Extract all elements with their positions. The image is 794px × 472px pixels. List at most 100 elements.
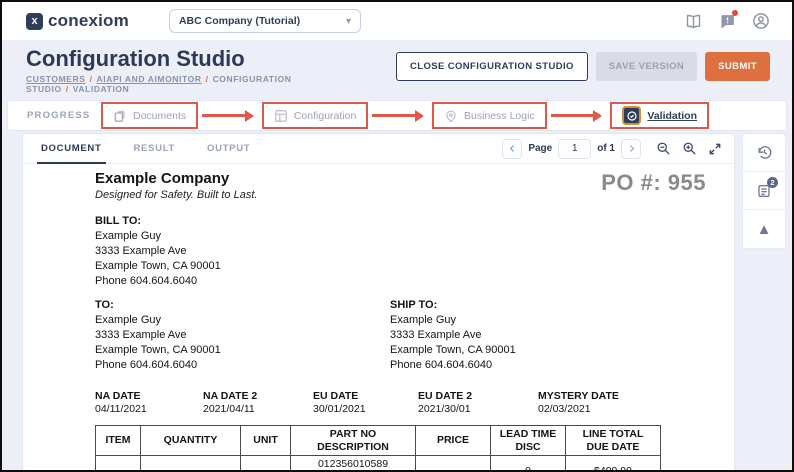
conexiom-logo-icon: x <box>26 13 43 30</box>
table-row: 1 1 EA 012356010589 80 Skis 177cm Black … <box>96 456 661 472</box>
cell-part-no-description: 012356010589 80 Skis 177cm Black color <box>291 456 416 472</box>
publish-triangle-icon: ▲ <box>757 222 772 237</box>
doc-tagline: Designed for Safety. Built to Last. <box>95 189 257 201</box>
company-dropdown-value: ABC Company (Tutorial) <box>179 15 346 27</box>
tab-bar: DOCUMENT RESULT OUTPUT Page of 1 <box>23 134 734 164</box>
validation-icon <box>622 106 641 125</box>
date-value: 02/03/2021 <box>538 403 619 416</box>
page-title: Configuration Studio <box>26 47 396 71</box>
progress-step-label: Validation <box>647 110 697 122</box>
submit-button[interactable]: SUBMIT <box>705 52 770 81</box>
bill-to-address1: 3333 Example Ave <box>95 244 706 259</box>
line-items-table: ITEM QUANTITY UNIT PART NO DESCRIPTION P… <box>95 425 661 472</box>
annotation-arrow <box>551 114 601 117</box>
user-menu-button[interactable] <box>752 12 770 30</box>
notification-dot <box>732 10 738 16</box>
chevron-down-icon: ▾ <box>346 16 351 27</box>
doc-po-number: PO #: 955 <box>601 170 706 196</box>
help-book-button[interactable] <box>684 12 702 30</box>
tab-document[interactable]: DOCUMENT <box>37 134 106 163</box>
date-label: EU DATE <box>313 390 418 403</box>
doc-ship-to-block: SHIP TO: Example Guy 3333 Example Ave Ex… <box>390 298 516 373</box>
configuration-icon <box>274 109 288 123</box>
cell-quantity: 1 <box>141 456 241 472</box>
to-phone: Phone 604.604.6040 <box>95 358 390 373</box>
date-label: NA DATE <box>95 390 203 403</box>
doc-company-name: Example Company <box>95 170 257 187</box>
publish-button[interactable]: ▲ <box>743 210 785 248</box>
to-name: Example Guy <box>95 313 390 328</box>
close-configuration-studio-button[interactable]: CLOSE CONFIGURATION STUDIO <box>396 52 588 81</box>
col-header-unit: UNIT <box>241 426 291 456</box>
ship-to-heading: SHIP TO: <box>390 298 516 313</box>
zoom-in-button[interactable] <box>682 141 697 156</box>
progress-step-label: Business Logic <box>464 110 535 122</box>
zoom-in-icon <box>682 141 697 156</box>
notes-button[interactable]: 2 <box>743 172 785 210</box>
date-value: 30/01/2021 <box>313 403 418 416</box>
business-logic-icon <box>444 109 458 123</box>
col-header-part-no-description: PART NO DESCRIPTION <box>291 426 416 456</box>
col-header-item: ITEM <box>96 426 141 456</box>
to-address1: 3333 Example Ave <box>95 328 390 343</box>
date-label: NA DATE 2 <box>203 390 313 403</box>
feedback-button[interactable] <box>718 12 736 30</box>
date-field: EU DATE 30/01/2021 <box>313 390 418 416</box>
page-number-input[interactable] <box>558 139 591 159</box>
date-field: NA DATE 04/11/2021 <box>95 390 203 416</box>
documents-icon <box>113 109 127 123</box>
previous-page-button[interactable] <box>502 139 522 159</box>
document-panel: DOCUMENT RESULT OUTPUT Page of 1 <box>22 133 735 472</box>
date-value: 2021/30/01 <box>418 403 538 416</box>
doc-dates-row: NA DATE 04/11/2021 NA DATE 2 2021/04/11 … <box>95 390 706 416</box>
screenshot-frame: x conexiom ABC Company (Tutorial) ▾ Conf… <box>0 0 794 472</box>
to-heading: TO: <box>95 298 390 313</box>
book-icon <box>685 13 702 30</box>
to-address2: Example Town, CA 90001 <box>95 343 390 358</box>
bill-to-name: Example Guy <box>95 229 706 244</box>
cell-item: 1 <box>96 456 141 472</box>
history-icon <box>756 144 773 161</box>
conexiom-logo: x conexiom <box>26 11 129 31</box>
tab-result[interactable]: RESULT <box>130 134 180 163</box>
page-navigator: Page of 1 <box>502 139 722 159</box>
breadcrumb: CUSTOMERS/AIAPI AND AIMONITOR/CONFIGURAT… <box>26 74 396 94</box>
tab-output[interactable]: OUTPUT <box>203 134 254 163</box>
breadcrumb-customers[interactable]: CUSTOMERS <box>26 74 86 84</box>
bill-to-heading: BILL TO: <box>95 214 706 229</box>
company-dropdown[interactable]: ABC Company (Tutorial) ▾ <box>169 9 361 33</box>
expand-icon <box>708 142 722 156</box>
zoom-out-button[interactable] <box>656 141 671 156</box>
progress-bar: PROGRESS Documents Configuration Busines… <box>7 100 787 131</box>
doc-to-block: TO: Example Guy 3333 Example Ave Example… <box>95 298 390 373</box>
breadcrumb-separator: / <box>206 74 209 84</box>
page-label: Page <box>528 143 552 154</box>
notes-count-badge: 2 <box>767 177 778 188</box>
page-count-label: of 1 <box>597 143 615 154</box>
side-toolbar: 2 ▲ <box>742 133 786 249</box>
progress-step-label: Documents <box>133 110 186 122</box>
date-value: 2021/04/11 <box>203 403 313 416</box>
version-history-button[interactable] <box>743 134 785 172</box>
next-page-button[interactable] <box>621 139 641 159</box>
date-field: NA DATE 2 2021/04/11 <box>203 390 313 416</box>
breadcrumb-separator: / <box>66 84 69 94</box>
date-label: EU DATE 2 <box>418 390 538 403</box>
progress-step-configuration[interactable]: Configuration <box>262 102 368 129</box>
cell-price: $ 499.99 <box>416 456 491 472</box>
fullscreen-button[interactable] <box>708 142 722 156</box>
top-bar: x conexiom ABC Company (Tutorial) ▾ <box>2 2 792 40</box>
breadcrumb-separator: / <box>90 74 93 84</box>
save-version-button[interactable]: SAVE VERSION <box>596 52 697 81</box>
breadcrumb-validation: VALIDATION <box>73 84 130 94</box>
progress-step-business-logic[interactable]: Business Logic <box>432 102 547 129</box>
progress-step-documents[interactable]: Documents <box>101 102 198 129</box>
breadcrumb-aiapi-and-aimonitor[interactable]: AIAPI AND AIMONITOR <box>97 74 202 84</box>
cell-line-total-due-date: $499.99 02.03.2021 <box>566 456 661 472</box>
date-field: EU DATE 2 2021/30/01 <box>418 390 538 416</box>
page-header: Configuration Studio CUSTOMERS/AIAPI AND… <box>2 40 792 98</box>
col-header-line-total-due-date: LINE TOTAL DUE DATE <box>566 426 661 456</box>
progress-step-validation[interactable]: Validation <box>610 102 709 129</box>
annotation-arrow <box>202 114 252 117</box>
user-icon <box>752 12 770 30</box>
